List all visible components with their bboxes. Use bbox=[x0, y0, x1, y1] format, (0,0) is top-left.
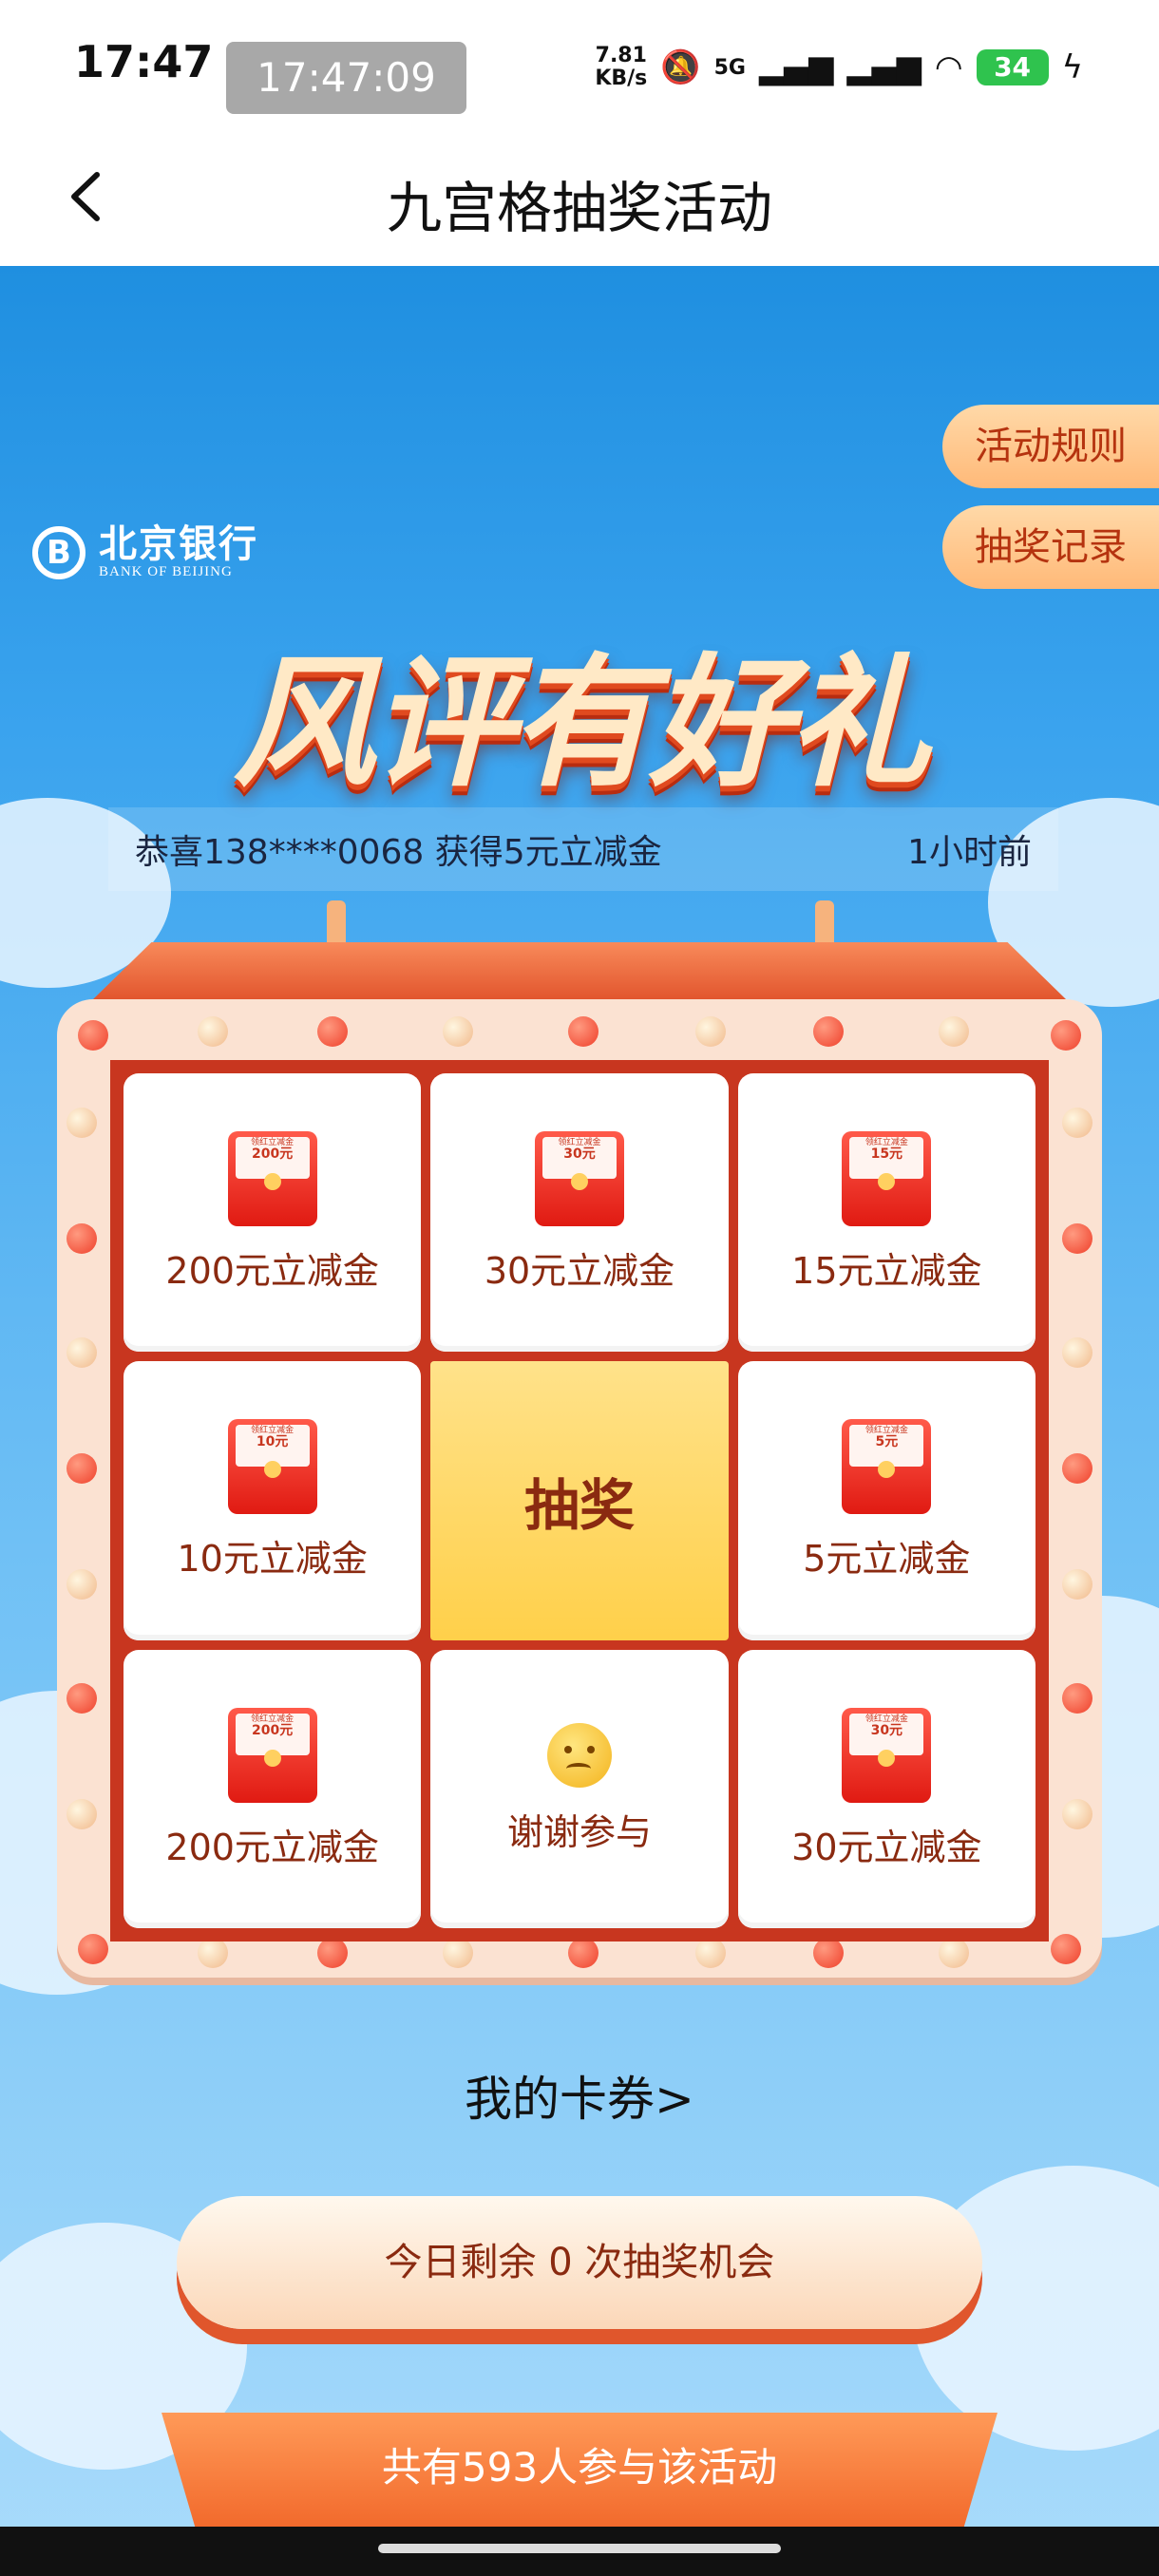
light-bulb bbox=[813, 1016, 844, 1047]
prize-label: 30元立减金 bbox=[791, 1826, 982, 1868]
remaining-chances-button[interactable]: 今日剩余 0 次抽奖机会 bbox=[177, 2196, 982, 2329]
prize-cell-200: 领红立减金 200元 200元立减金 bbox=[124, 1073, 422, 1353]
red-envelope-icon: 领红立减金 200元 bbox=[227, 1131, 317, 1227]
red-envelope-icon: 领红立减金 10元 bbox=[227, 1419, 317, 1515]
bank-name-cn: 北京银行 bbox=[99, 522, 258, 566]
light-bulb bbox=[1051, 1934, 1081, 1964]
light-bulb bbox=[66, 1453, 97, 1484]
sad-face-icon bbox=[546, 1722, 612, 1788]
red-envelope-icon: 领红立减金 5元 bbox=[842, 1419, 932, 1515]
prize-label: 200元立减金 bbox=[165, 1826, 379, 1868]
winner-ticker: 恭喜138****0068 获得5元立减金 1小时前 bbox=[108, 807, 1058, 891]
light-bulb bbox=[1062, 1453, 1092, 1484]
prize-label: 5元立减金 bbox=[803, 1538, 971, 1581]
network-speed: 7.81 KB/s bbox=[595, 45, 647, 90]
red-envelope-icon: 领红立减金 30元 bbox=[842, 1707, 932, 1803]
coupon-amount: 30元 bbox=[563, 1146, 596, 1163]
light-bulb bbox=[813, 1938, 844, 1968]
light-bulb bbox=[66, 1569, 97, 1600]
light-bulb bbox=[317, 1016, 348, 1047]
recording-timer: 17:47:09 bbox=[226, 42, 466, 114]
network-speed-unit: KB/s bbox=[595, 66, 648, 90]
charging-icon: ϟ bbox=[1061, 48, 1083, 86]
light-bulb bbox=[1062, 1569, 1092, 1600]
status-time: 17:47 bbox=[74, 36, 214, 87]
prize-label: 谢谢参与 bbox=[506, 1810, 652, 1853]
coupon-amount: 5元 bbox=[875, 1434, 899, 1450]
bank-logo: B 北京银行 BANK OF BEIJING bbox=[32, 524, 258, 580]
light-bulb bbox=[1062, 1683, 1092, 1714]
page-title: 九宫格抽奖活动 bbox=[386, 176, 772, 240]
red-envelope-icon: 领红立减金 15元 bbox=[842, 1131, 932, 1227]
bank-name-en: BANK OF BEIJING bbox=[99, 564, 233, 579]
prize-cell-15: 领红立减金 15元 15元立减金 bbox=[737, 1073, 1036, 1353]
ticker-message: 恭喜138****0068 获得5元立减金 bbox=[135, 833, 662, 872]
light-bulb bbox=[66, 1337, 97, 1368]
gesture-bar bbox=[0, 2527, 1159, 2576]
participants-banner: 共有593人参与该活动 bbox=[162, 2413, 998, 2527]
my-coupons-link[interactable]: 我的卡券> bbox=[0, 2061, 1159, 2130]
light-bulb bbox=[198, 1016, 228, 1047]
red-envelope-icon: 领红立减金 200元 bbox=[227, 1707, 317, 1803]
light-bulb bbox=[939, 1938, 969, 1968]
coupon-amount: 15元 bbox=[870, 1146, 903, 1163]
status-bar: 17:47 17:47:09 7.81 KB/s 🔕 5G ▂▄▆ ▂▄▆ ◠ … bbox=[0, 0, 1159, 142]
battery-indicator: 34 bbox=[976, 49, 1049, 85]
prize-cell-thanks: 谢谢参与 bbox=[430, 1649, 729, 1928]
wifi-icon: ◠ bbox=[934, 48, 963, 86]
network-speed-value: 7.81 bbox=[595, 44, 647, 67]
light-bulb bbox=[568, 1016, 598, 1047]
light-bulb bbox=[568, 1938, 598, 1968]
light-bulb bbox=[198, 1938, 228, 1968]
light-bulb bbox=[695, 1016, 726, 1047]
draw-button[interactable]: 抽奖 bbox=[430, 1361, 729, 1640]
prize-label: 15元立减金 bbox=[791, 1250, 982, 1293]
light-bulb bbox=[66, 1223, 97, 1254]
coupon-amount: 10元 bbox=[256, 1434, 289, 1450]
light-bulb bbox=[78, 1934, 108, 1964]
prize-label: 200元立减金 bbox=[165, 1250, 379, 1293]
nav-bar: 九宫格抽奖活动 bbox=[0, 142, 1159, 267]
activity-rules-button[interactable]: 活动规则 bbox=[942, 405, 1159, 488]
board-roof bbox=[93, 942, 1066, 999]
light-bulb bbox=[1062, 1799, 1092, 1829]
bank-logo-icon: B bbox=[32, 525, 86, 579]
network-type: 5G bbox=[713, 55, 746, 80]
ticker-time: 1小时前 bbox=[907, 833, 1032, 872]
banner-headline: 风评有好礼 bbox=[232, 641, 930, 806]
light-bulb bbox=[443, 1938, 473, 1968]
red-envelope-icon: 领红立减金 30元 bbox=[534, 1131, 624, 1227]
coupon-amount: 200元 bbox=[252, 1722, 294, 1738]
light-bulb bbox=[695, 1938, 726, 1968]
light-bulb bbox=[66, 1683, 97, 1714]
light-bulb bbox=[443, 1016, 473, 1047]
light-bulb bbox=[1051, 1020, 1081, 1051]
light-bulb bbox=[66, 1799, 97, 1829]
prize-cell-5: 领红立减金 5元 5元立减金 bbox=[737, 1361, 1036, 1640]
light-bulb bbox=[1062, 1223, 1092, 1254]
draw-records-button[interactable]: 抽奖记录 bbox=[942, 505, 1159, 589]
prize-cell-30: 领红立减金 30元 30元立减金 bbox=[737, 1649, 1036, 1928]
prize-cell-200: 领红立减金 200元 200元立减金 bbox=[124, 1649, 422, 1928]
status-icons: 7.81 KB/s 🔕 5G ▂▄▆ ▂▄▆ ◠ 34 ϟ bbox=[595, 34, 1083, 101]
signal-icon: ▂▄▆ bbox=[758, 48, 834, 86]
signal-icon-2: ▂▄▆ bbox=[846, 48, 922, 86]
light-bulb bbox=[939, 1016, 969, 1047]
prize-label: 30元立减金 bbox=[484, 1250, 675, 1293]
mute-icon: 🔕 bbox=[660, 48, 701, 86]
activity-page: 活动规则 抽奖记录 B 北京银行 BANK OF BEIJING 风评有好礼 恭… bbox=[0, 266, 1159, 2576]
coupon-amount: 200元 bbox=[252, 1146, 294, 1163]
prize-label: 10元立减金 bbox=[177, 1538, 368, 1581]
home-indicator[interactable] bbox=[378, 2544, 781, 2553]
prize-cell-10: 领红立减金 10元 10元立减金 bbox=[124, 1361, 422, 1640]
lottery-board: 领红立减金 200元 200元立减金 领红立减金 30元 30元立减金 领红立减金 1… bbox=[57, 999, 1102, 1978]
light-bulb bbox=[1062, 1108, 1092, 1138]
light-bulb bbox=[317, 1938, 348, 1968]
light-bulb bbox=[78, 1020, 108, 1051]
light-bulb bbox=[66, 1108, 97, 1138]
coupon-amount: 30元 bbox=[870, 1722, 903, 1738]
prize-cell-30: 领红立减金 30元 30元立减金 bbox=[430, 1073, 729, 1353]
light-bulb bbox=[1062, 1337, 1092, 1368]
prize-grid: 领红立减金 200元 200元立减金 领红立减金 30元 30元立减金 领红立减金 1… bbox=[110, 1060, 1049, 1941]
